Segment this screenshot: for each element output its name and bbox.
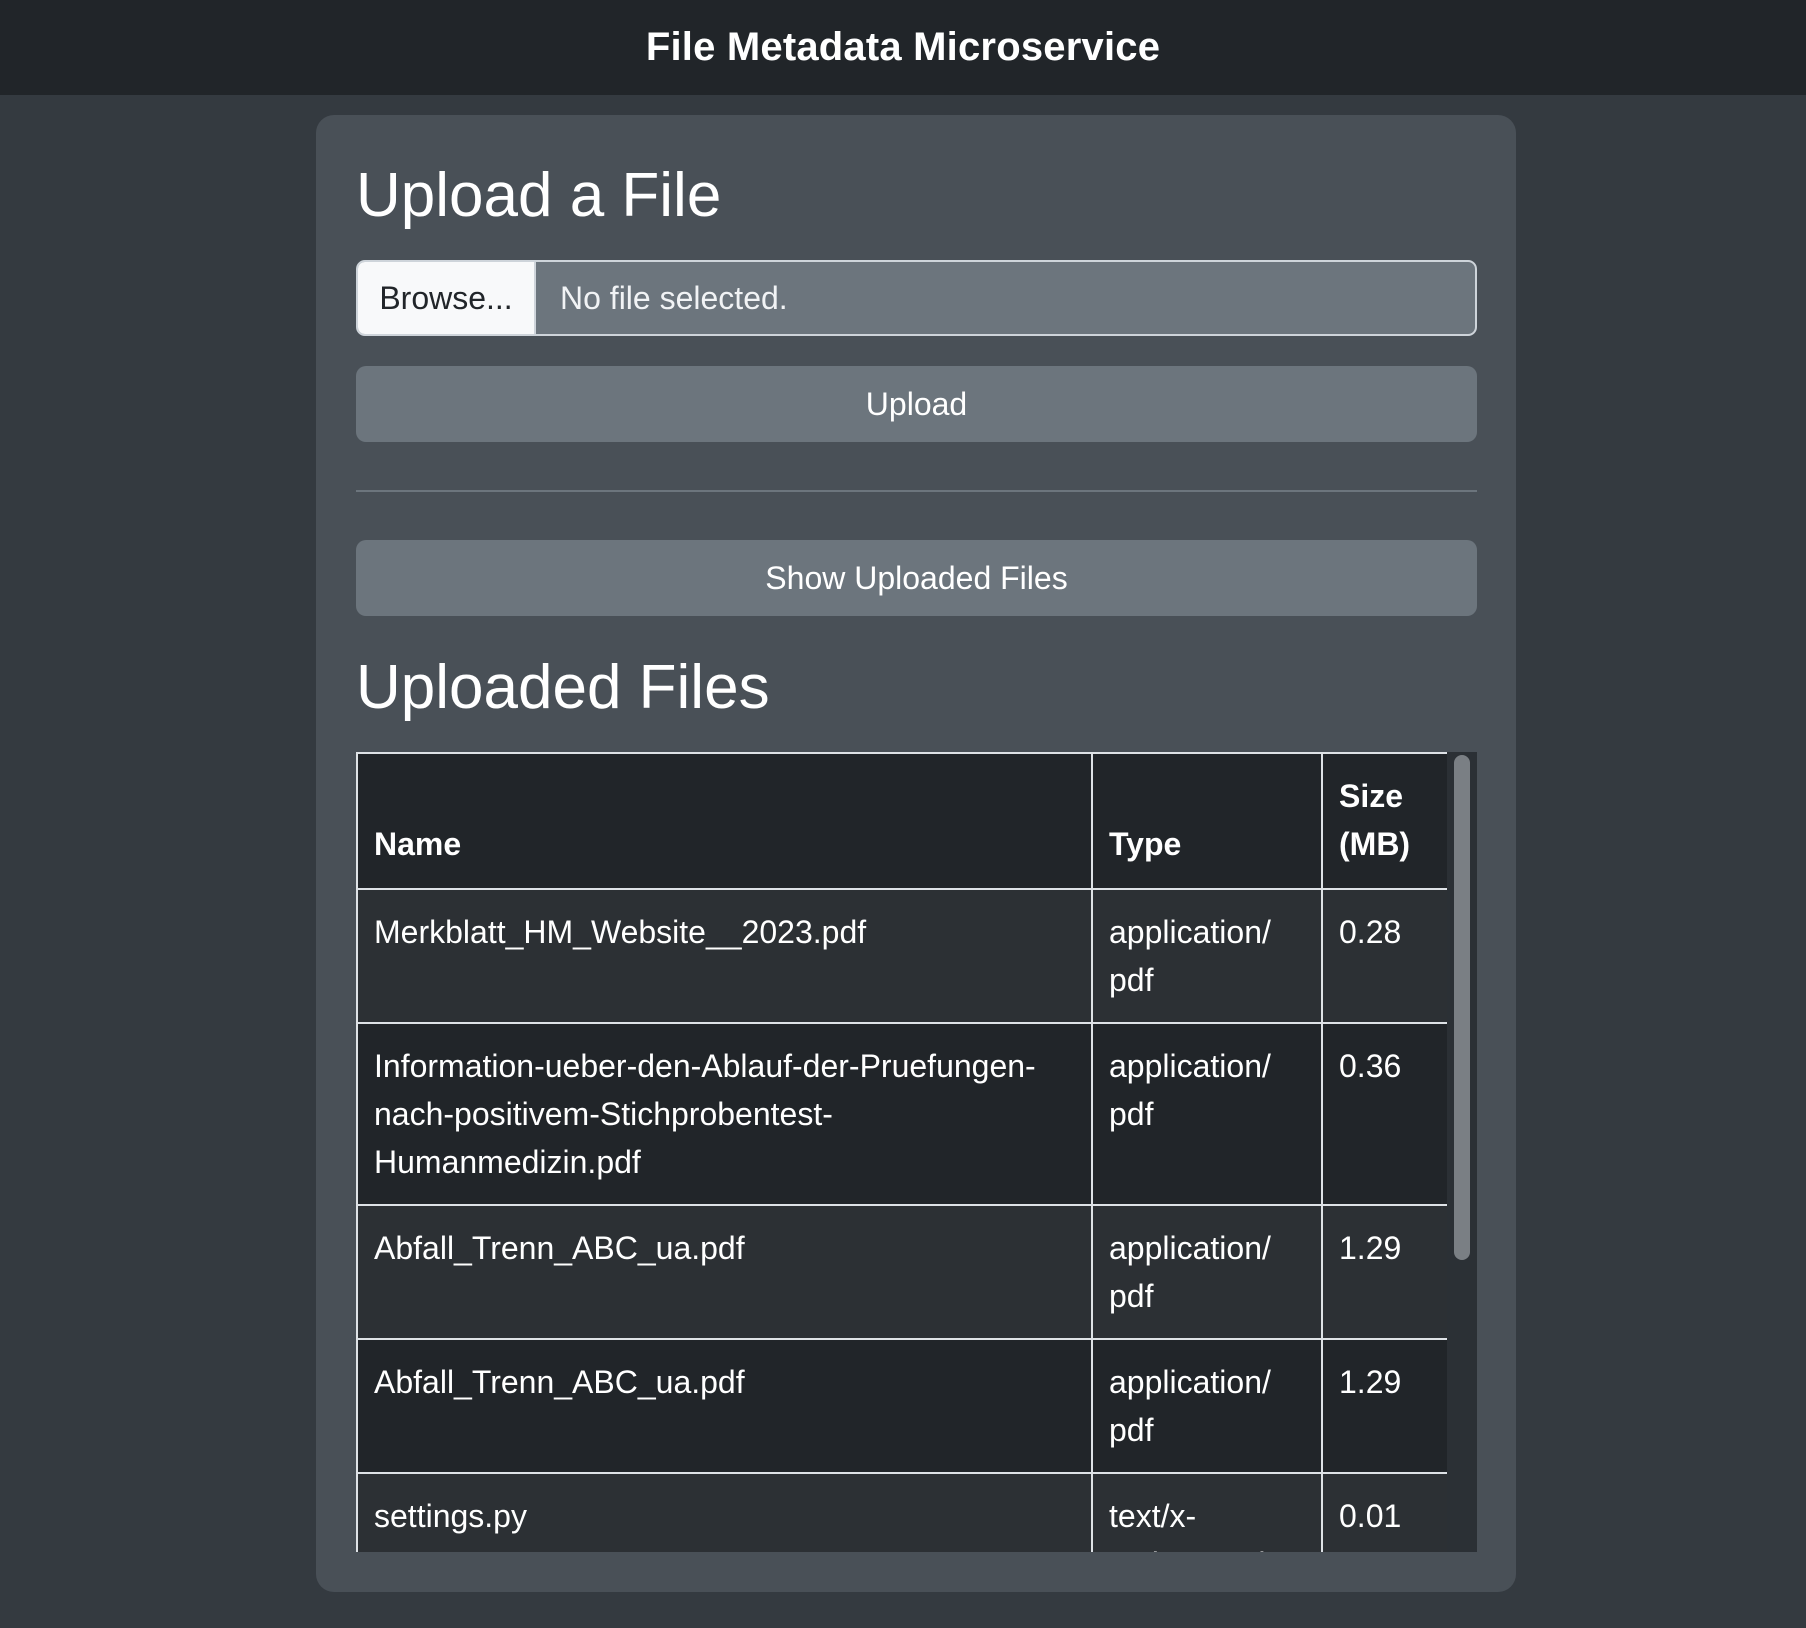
file-input[interactable]: Browse... No file selected. [356, 260, 1477, 336]
section-divider [356, 490, 1477, 492]
file-size-cell: 0.01 [1321, 1472, 1449, 1552]
file-name-cell: Abfall_Trenn_ABC_ua.pdf [356, 1338, 1093, 1474]
file-status-text: No file selected. [560, 279, 788, 316]
file-name-cell: Information-ueber-den-Ablauf-der-Pruefun… [356, 1022, 1093, 1206]
table-row: Merkblatt_HM_Website__2023.pdf applicati… [356, 888, 1449, 1024]
files-table-container[interactable]: Name Type Size (MB) Merkblatt_HM_Website… [356, 752, 1477, 1552]
table-row: Abfall_Trenn_ABC_ua.pdf application/ pdf… [356, 1204, 1449, 1340]
file-name-cell: Abfall_Trenn_ABC_ua.pdf [356, 1204, 1093, 1340]
main-card: Upload a File Browse... No file selected… [316, 115, 1516, 1592]
browse-button[interactable]: Browse... [358, 262, 536, 334]
table-header-row: Name Type Size (MB) [356, 752, 1449, 890]
file-type-cell: text/x- python-script [1091, 1472, 1323, 1552]
file-size-cell: 0.36 [1321, 1022, 1449, 1206]
file-type-cell: application/ pdf [1091, 1204, 1323, 1340]
table-row: Information-ueber-den-Ablauf-der-Pruefun… [356, 1022, 1449, 1206]
file-name-cell: Merkblatt_HM_Website__2023.pdf [356, 888, 1093, 1024]
app-title: File Metadata Microservice [645, 25, 1161, 69]
file-type-cell: application/ pdf [1091, 1338, 1323, 1474]
uploaded-files-heading: Uploaded Files [356, 653, 770, 722]
upload-heading: Upload a File [356, 161, 722, 230]
column-header-name: Name [356, 752, 1093, 890]
scrollbar-thumb[interactable] [1454, 755, 1470, 1260]
column-header-type: Type [1091, 752, 1323, 890]
table-row: settings.py text/x- python-script 0.01 [356, 1472, 1449, 1552]
file-size-cell: 1.29 [1321, 1204, 1449, 1340]
file-size-cell: 0.28 [1321, 888, 1449, 1024]
upload-button[interactable]: Upload [356, 366, 1477, 442]
file-name-cell: settings.py [356, 1472, 1093, 1552]
file-type-cell: application/ pdf [1091, 1022, 1323, 1206]
file-size-cell: 1.29 [1321, 1338, 1449, 1474]
top-navbar: File Metadata Microservice [0, 0, 1806, 95]
file-type-cell: application/ pdf [1091, 888, 1323, 1024]
column-header-size: Size (MB) [1321, 752, 1449, 890]
show-uploaded-files-button[interactable]: Show Uploaded Files [356, 540, 1477, 616]
table-row: Abfall_Trenn_ABC_ua.pdf application/ pdf… [356, 1338, 1449, 1474]
vertical-scrollbar[interactable] [1447, 752, 1477, 1552]
files-table: Name Type Size (MB) Merkblatt_HM_Website… [356, 752, 1449, 1552]
